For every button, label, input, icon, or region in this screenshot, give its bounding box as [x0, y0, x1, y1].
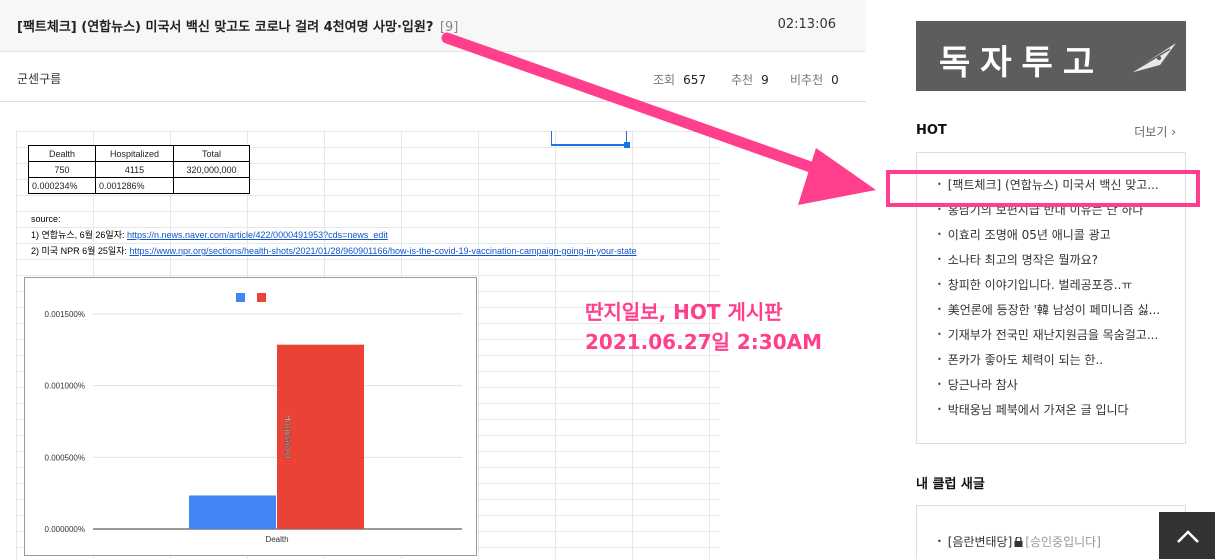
- table-row: 0.000234% 0.001286%: [28, 177, 250, 194]
- hot-list: [팩트체크] (연합뉴스) 미국서 백신 맞고... 홍남기의 보편지급 반대 …: [937, 176, 1182, 426]
- post-meta: 군센구름 조회 657 추천 9 비추천 0: [0, 52, 866, 102]
- annotation-line-2: 2021.06.27일 2:30AM: [585, 330, 823, 354]
- annotation-line-1: 딴지일보, HOT 게시판: [585, 300, 783, 324]
- club-section-title: 내 클럽 새글: [916, 477, 985, 492]
- hot-section-header: HOT 더보기 ›: [916, 121, 1186, 143]
- author-name[interactable]: 군센구름: [17, 70, 61, 87]
- hot-list-item[interactable]: 기재부가 전국민 재난지원금을 목숨걸고...: [937, 326, 1182, 351]
- hot-list-item[interactable]: 박태웅님 페북에서 가져온 글 입니다: [937, 401, 1182, 426]
- hot-title: HOT: [916, 123, 947, 138]
- y-tick-label: 0.000500%: [45, 453, 85, 462]
- bar-chart: 0.000000% 0.000500% 0.001000% 0.001500% Hosp…: [24, 277, 477, 556]
- likes-count: 9: [761, 73, 769, 87]
- x-tick-label: Dealth: [265, 535, 288, 544]
- table-cell: 320,000,000: [173, 161, 250, 178]
- table-cell: [173, 177, 250, 194]
- club-name: [음란변태당]: [947, 535, 1013, 549]
- likes-stat[interactable]: 추천 9: [731, 71, 769, 88]
- table-cell: Dealth: [28, 145, 96, 162]
- table-cell: 0.000234%: [28, 177, 96, 194]
- source-line-2: 2) 미국 NPR 6월 25일자: https://www.npr.org/s…: [31, 243, 637, 259]
- annotation-text: 딴지일보, HOT 게시판 2021.06.27일 2:30AM: [585, 297, 822, 357]
- reader-submission-banner[interactable]: 독자투고: [916, 21, 1186, 91]
- legend-swatch: [236, 293, 245, 302]
- table-cell: 0.001286%: [95, 177, 174, 194]
- more-link[interactable]: 더보기 ›: [1134, 123, 1176, 140]
- hot-list-item[interactable]: 당근나라 참사: [937, 376, 1182, 401]
- club-list-item[interactable]: • [음란변태당] [승인중입니다]: [937, 533, 1101, 550]
- scroll-to-top-button[interactable]: [1159, 512, 1215, 559]
- bullet-icon: •: [937, 537, 942, 546]
- post-title-bar: [팩트체크] (연합뉴스) 미국서 백신 맞고도 코로나 걸려 4천여명 사망·…: [0, 0, 866, 52]
- views-stat: 조회 657: [653, 71, 706, 88]
- dislikes-label: 비추천: [790, 73, 824, 87]
- hot-list-item[interactable]: 美언론에 등장한 '韓 남성이 페미니즘 싫...: [937, 301, 1182, 326]
- source-2-prefix: 2) 미국 NPR 6월 25일자:: [31, 246, 130, 256]
- dislikes-count: 0: [831, 73, 839, 87]
- y-tick-label: 0.001500%: [45, 310, 85, 319]
- chart-svg: 0.000000% 0.000500% 0.001000% 0.001500% Hosp…: [45, 293, 462, 544]
- club-list-box: • [음란변태당] [승인중입니다]: [916, 505, 1186, 559]
- post-title-text: [팩트체크] (연합뉴스) 미국서 백신 맞고도 코로나 걸려 4천여명 사망·…: [17, 20, 434, 35]
- y-tick-label: 0.001000%: [45, 382, 85, 391]
- hot-list-item[interactable]: 창피한 이야기입니다. 벌레공포증..ㅠ: [937, 276, 1182, 301]
- selected-cell: [551, 131, 630, 148]
- hot-list-item[interactable]: 폰카가 좋아도 체력이 되는 한..: [937, 351, 1182, 376]
- bar-data-label: Hospitalized: [283, 415, 292, 459]
- views-label: 조회: [653, 73, 676, 87]
- club-status: [승인중입니다]: [1025, 535, 1101, 549]
- arrow-head: [798, 148, 876, 205]
- table-cell: Hospitalized: [95, 145, 174, 162]
- pen-nib-icon: [1129, 43, 1176, 74]
- banner-title: 독자투고: [939, 43, 1105, 83]
- legend-swatch: [257, 293, 266, 302]
- table-row: 750 4115 320,000,000: [28, 161, 250, 178]
- hot-list-item[interactable]: 이효리 조명애 05년 애니콜 광고: [937, 226, 1182, 251]
- annotation-highlight-box: [886, 170, 1200, 207]
- source-label: source:: [31, 214, 61, 224]
- dislikes-stat[interactable]: 비추천 0: [790, 71, 839, 88]
- source-block: source: 1) 연합뉴스, 6월 26일자: https://n.news…: [31, 211, 637, 259]
- table-cell: Total: [173, 145, 250, 162]
- table-cell: 4115: [95, 161, 174, 178]
- table-header-row: Dealth Hospitalized Total: [28, 145, 250, 162]
- bar: [189, 495, 276, 529]
- source-1-link[interactable]: https://n.news.naver.com/article/422/000…: [127, 230, 388, 240]
- table-cell: 750: [28, 161, 96, 178]
- post-time: 02:13:06: [777, 17, 836, 32]
- lock-icon: [1014, 536, 1023, 547]
- chevron-up-icon: [1177, 530, 1199, 543]
- y-tick-label: 0.000000%: [45, 525, 85, 534]
- source-line-1: 1) 연합뉴스, 6월 26일자: https://n.news.naver.c…: [31, 227, 637, 243]
- likes-label: 추천: [731, 73, 754, 87]
- comment-count[interactable]: [9]: [440, 20, 458, 35]
- views-count: 657: [683, 73, 706, 87]
- post-title: [팩트체크] (연합뉴스) 미국서 백신 맞고도 코로나 걸려 4천여명 사망·…: [17, 16, 458, 35]
- source-2-link[interactable]: https://www.npr.org/sections/health-shot…: [129, 246, 636, 256]
- data-table: Dealth Hospitalized Total 750 4115 320,0…: [28, 145, 250, 194]
- hot-list-item[interactable]: 소나타 최고의 명작은 뭘까요?: [937, 251, 1182, 276]
- source-1-prefix: 1) 연합뉴스, 6월 26일자:: [31, 230, 127, 240]
